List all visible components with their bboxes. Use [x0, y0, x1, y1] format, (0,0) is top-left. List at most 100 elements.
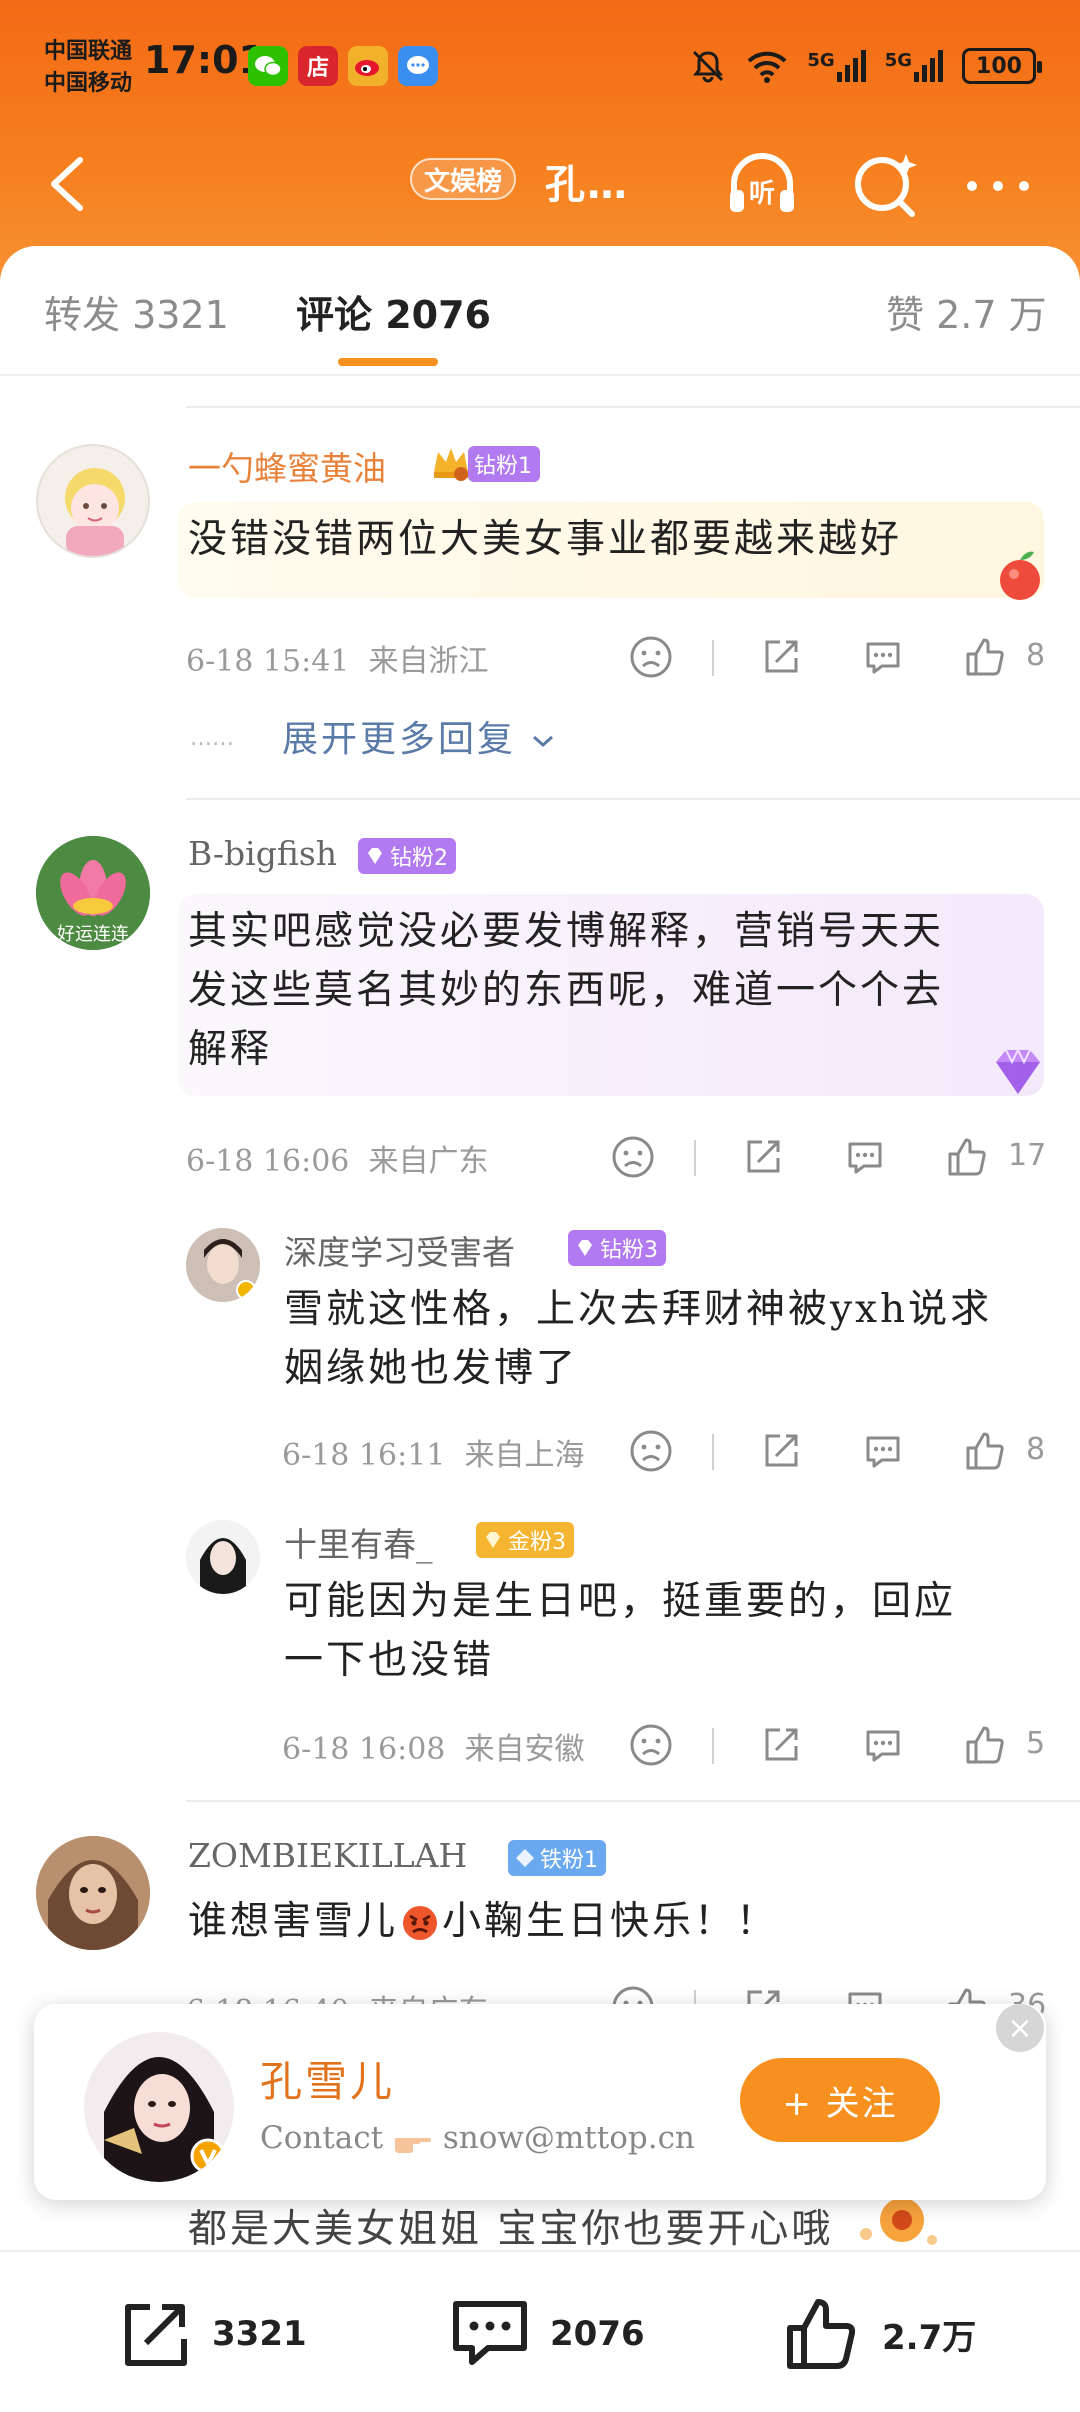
- contact-email[interactable]: snow@mttop.cn: [443, 2120, 695, 2156]
- tab-like[interactable]: 赞 2.7 万: [886, 284, 1047, 339]
- avatar[interactable]: [36, 1836, 150, 1950]
- repost-button[interactable]: 3321: [116, 2294, 307, 2374]
- share-icon[interactable]: [758, 634, 804, 680]
- username[interactable]: ZOMBIEKILLAH: [188, 1836, 467, 1875]
- more-icon: [967, 181, 1029, 191]
- badge-label: 钻粉3: [600, 1238, 658, 1263]
- reply-icon[interactable]: [860, 1428, 906, 1474]
- like-icon[interactable]: [962, 634, 1008, 680]
- comment-meta: 6-18 16:06 来自广东: [186, 1136, 488, 1180]
- share-icon[interactable]: [758, 1722, 804, 1768]
- comment-text-line: 发这些莫名其妙的东西呢，难道一个个去: [188, 968, 945, 1013]
- expand-replies-link[interactable]: 展开更多回复: [282, 710, 556, 762]
- more-dots: ……: [190, 726, 234, 751]
- reply-date: 6-18 16:08: [282, 1732, 446, 1767]
- comment-text: 谁想害雪儿 小鞠生日快乐！！: [188, 1892, 778, 1951]
- dislike-icon[interactable]: [610, 1134, 656, 1180]
- reply-icon[interactable]: [860, 1722, 906, 1768]
- like-icon[interactable]: [962, 1722, 1008, 1768]
- comment-text: 其实吧感觉没必要发博解释，营销号天天 发这些莫名其妙的东西呢，难道一个个去 解释: [188, 902, 944, 1079]
- creator-avatar[interactable]: [84, 2032, 234, 2182]
- reply-actions: 8: [628, 1428, 1048, 1478]
- comment-text-line: 解释: [188, 1027, 273, 1072]
- signal-bars-icon: [914, 50, 943, 82]
- comment-button[interactable]: 2076: [448, 2294, 645, 2374]
- back-icon[interactable]: [42, 152, 102, 216]
- avatar[interactable]: [36, 444, 150, 558]
- divider: [186, 1800, 1080, 1802]
- share-icon[interactable]: [758, 1428, 804, 1474]
- follow-button[interactable]: + 关注: [740, 2058, 940, 2142]
- like-icon: [787, 2299, 856, 2369]
- ai-search-icon: [855, 154, 917, 217]
- person-avatar-icon: [186, 1520, 260, 1594]
- comment-count: 2076: [550, 2314, 645, 2354]
- reply-icon[interactable]: [860, 634, 906, 680]
- avatar[interactable]: 好运连连: [36, 836, 150, 950]
- like-button[interactable]: 2.7万: [782, 2294, 976, 2374]
- username[interactable]: B-bigfish: [188, 834, 337, 873]
- header: 中国联通 中国移动 17:01 店 5G 5G 100 文娱榜 孔… 听: [0, 0, 1080, 280]
- tab-indicator: [338, 358, 438, 366]
- comment-text-line: 其实吧感觉没必要发博解释，营销号天天: [188, 909, 945, 954]
- action-separator: [712, 640, 714, 676]
- avatar[interactable]: [186, 1228, 260, 1302]
- follow-card: 孔雪儿 Contact snow@mttop.cn + 关注 ×: [34, 2004, 1046, 2200]
- reply-icon[interactable]: [842, 1134, 888, 1180]
- share-icon[interactable]: [740, 1134, 786, 1180]
- dislike-icon[interactable]: [628, 1722, 674, 1768]
- comment-location: 来自浙江: [368, 644, 489, 679]
- cartoon-avatar-icon: [65, 468, 125, 556]
- avatar-caption: 好运连连: [57, 924, 129, 945]
- tab-comment[interactable]: 评论 2076: [296, 284, 491, 339]
- reply-text-line: 雪就这性格，上次去拜财神被yxh说求: [284, 1287, 993, 1332]
- page-title: 孔…: [545, 162, 629, 208]
- comment-location: 来自广东: [368, 1144, 489, 1179]
- battery-indicator: 100: [962, 48, 1042, 84]
- navbar: 文娱榜 孔… 听: [0, 140, 1080, 230]
- chevron-down-icon: [533, 735, 554, 748]
- reply-date: 6-18 16:11: [282, 1438, 446, 1473]
- dislike-icon[interactable]: [628, 1428, 674, 1474]
- contact-label: Contact: [260, 2120, 384, 2156]
- ranking-tag[interactable]: 文娱榜: [410, 158, 517, 200]
- carrier-1: 中国联通: [44, 39, 133, 64]
- message-icon: [398, 46, 438, 86]
- verified-badge-icon: [190, 2138, 226, 2174]
- signal-2: 5G: [885, 50, 944, 82]
- fan-badge[interactable]: 钻粉3: [568, 1230, 666, 1266]
- share-icon: [125, 2304, 187, 2366]
- like-icon[interactable]: [944, 1134, 990, 1180]
- fan-badge[interactable]: 铁粉1: [508, 1840, 606, 1876]
- wifi-icon: [747, 51, 787, 83]
- listen-button[interactable]: 听: [724, 146, 800, 222]
- divider: [186, 406, 1080, 408]
- tab-repost[interactable]: 转发 3321: [44, 284, 229, 339]
- listen-label: 听: [749, 179, 775, 209]
- apple-icon: [1000, 551, 1040, 600]
- search-button[interactable]: [848, 146, 924, 222]
- comment-date: 6-18 16:06: [186, 1144, 350, 1179]
- fan-badge[interactable]: 金粉3: [476, 1522, 574, 1558]
- tab-bar: 转发 3321 评论 2076 赞 2.7 万: [0, 246, 1080, 376]
- action-separator: [694, 1140, 696, 1176]
- like-icon[interactable]: [962, 1428, 1008, 1474]
- username[interactable]: 一勺蜂蜜黄油: [188, 442, 386, 490]
- diamond-icon: [578, 1240, 592, 1256]
- creator-name[interactable]: 孔雪儿: [260, 2048, 395, 2109]
- username[interactable]: 十里有春_: [284, 1518, 433, 1566]
- username[interactable]: 深度学习受害者: [284, 1226, 515, 1274]
- network-label-1: 5G: [807, 50, 835, 71]
- close-icon[interactable]: ×: [996, 2004, 1044, 2052]
- badge-label: 钻粉2: [390, 846, 448, 871]
- fan-badge[interactable]: 钻粉2: [358, 838, 456, 874]
- dislike-icon[interactable]: [628, 634, 674, 680]
- comment-date: 6-18 15:41: [186, 644, 350, 679]
- mute-icon: [693, 50, 724, 83]
- avatar[interactable]: [186, 1520, 260, 1594]
- more-button[interactable]: [960, 146, 1036, 222]
- person-avatar-icon: [186, 1228, 260, 1302]
- fan-badge[interactable]: 钻粉1: [468, 446, 540, 482]
- reply-meta: 6-18 16:11 来自上海: [282, 1430, 584, 1474]
- like-count: 5: [1026, 1726, 1046, 1761]
